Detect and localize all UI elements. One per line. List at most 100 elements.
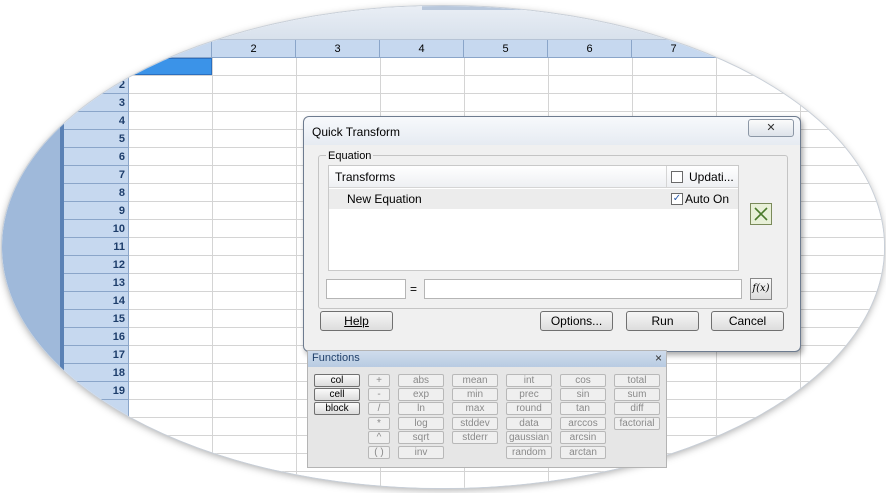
column-header[interactable]: 4 [380,40,464,58]
functions-palette: Functions × col cell block + - / * ^ ( )… [307,350,667,468]
row-header[interactable]: 8 [64,184,129,202]
fn-arctan-button[interactable]: arctan [560,446,606,459]
row-header[interactable]: 12 [64,256,129,274]
row-header[interactable]: 17 [64,346,129,364]
row-header[interactable]: 18 [64,364,129,382]
fn-block-button[interactable]: block [314,402,360,415]
fn-max-button[interactable]: max [452,402,498,415]
auto-on-checkbox[interactable]: ✓ [671,193,683,205]
dialog-title: Quick Transform [312,125,401,139]
delete-x-icon [754,207,768,221]
fn-sqrt-button[interactable]: sqrt [398,431,444,444]
fn-diff-button[interactable]: diff [614,402,660,415]
row-header[interactable]: 15 [64,310,129,328]
fn-gaussian-button[interactable]: gaussian [506,431,552,444]
left-frame-strip [2,58,64,488]
run-button[interactable]: Run [626,311,699,331]
fn-abs-button[interactable]: abs [398,374,444,387]
row-header[interactable]: 9 [64,202,129,220]
equals-sign: = [410,282,418,296]
row-header[interactable]: 16 [64,328,129,346]
fn-min-button[interactable]: min [452,388,498,401]
help-button-label: Help [344,314,369,328]
fn-parens-button[interactable]: ( ) [368,446,390,459]
fn-total-button[interactable]: total [614,374,660,387]
fn-prec-button[interactable]: prec [506,388,552,401]
fn-cell-button[interactable]: cell [314,388,360,401]
fn-int-button[interactable]: int [506,374,552,387]
fn-inv-button[interactable]: inv [398,446,444,459]
list-item[interactable]: New Equation ✓ Auto On [329,189,738,209]
fn-arccos-button[interactable]: arccos [560,417,606,430]
fn-plus-button[interactable]: + [368,374,390,387]
transforms-list[interactable]: Transforms Updati... New Equation ✓ Auto… [328,165,739,271]
close-icon: ✕ [766,122,776,134]
fn-ln-button[interactable]: ln [398,402,444,415]
row-header[interactable]: 2 [64,76,129,94]
fn-data-button[interactable]: data [506,417,552,430]
row-header[interactable]: 11 [64,238,129,256]
column-header[interactable]: 3 [296,40,380,58]
fn-random-button[interactable]: random [506,446,552,459]
function-button[interactable]: f(x) [750,278,772,300]
fn-mean-button[interactable]: mean [452,374,498,387]
selected-cell[interactable] [129,58,212,75]
row-header[interactable]: 10 [64,220,129,238]
row-header[interactable]: 4 [64,112,129,130]
row-header[interactable]: 7 [64,166,129,184]
auto-on-label: Auto On [685,192,730,206]
dialog-titlebar[interactable]: Quick Transform ✕ [304,117,800,145]
result-column-field[interactable] [326,279,406,299]
toolbar-band [2,6,884,40]
column-header-blank [2,40,212,58]
equation-group-label: Equation [326,150,374,162]
fn-exp-button[interactable]: exp [398,388,444,401]
equation-name: New Equation [347,192,422,206]
fn-sum-button[interactable]: sum [614,388,660,401]
options-button-label: Options... [550,314,603,328]
row-header[interactable]: 3 [64,94,129,112]
close-icon[interactable]: × [655,351,662,365]
close-button[interactable]: ✕ [748,119,794,137]
fn-factorial-button[interactable]: factorial [614,417,660,430]
column-header-row: 2 3 4 5 6 7 [2,40,884,58]
fn-power-button[interactable]: ^ [368,431,390,444]
row-header[interactable]: 19 [64,382,129,400]
fn-arcsin-button[interactable]: arcsin [560,431,606,444]
column-header[interactable]: 6 [548,40,632,58]
fn-tan-button[interactable]: tan [560,402,606,415]
cancel-button[interactable]: Cancel [711,311,784,331]
run-button-label: Run [651,314,674,328]
cancel-button-label: Cancel [728,314,767,328]
fn-round-button[interactable]: round [506,402,552,415]
row-header[interactable]: 6 [64,148,129,166]
fn-divide-button[interactable]: / [368,402,390,415]
help-button[interactable]: Help [320,311,393,331]
fn-col-button[interactable]: col [314,374,360,387]
quick-transform-dialog: Quick Transform ✕ Equation Transforms Up… [303,116,801,352]
transforms-column-header[interactable]: Transforms [335,170,395,184]
functions-titlebar[interactable]: Functions × [308,351,666,367]
fn-stderr-button[interactable]: stderr [452,431,498,444]
fn-sin-button[interactable]: sin [560,388,606,401]
equation-field[interactable] [424,279,742,299]
row-header[interactable]: 13 [64,274,129,292]
fn-cos-button[interactable]: cos [560,374,606,387]
fx-icon: f(x) [752,283,770,294]
row-header[interactable]: 5 [64,130,129,148]
fn-minus-button[interactable]: - [368,388,390,401]
row-header[interactable]: 14 [64,292,129,310]
options-button[interactable]: Options... [540,311,613,331]
functions-title: Functions [312,352,360,364]
delete-transform-button[interactable] [750,203,772,225]
column-header[interactable]: 2 [212,40,296,58]
column-header[interactable]: 7 [632,40,716,58]
update-all-checkbox[interactable] [671,171,683,183]
fn-multiply-button[interactable]: * [368,417,390,430]
fn-stddev-button[interactable]: stddev [452,417,498,430]
column-header[interactable]: 5 [464,40,548,58]
transforms-list-header: Transforms Updati... [329,166,738,188]
header-divider [666,166,667,188]
update-column-header[interactable]: Updati... [689,170,734,184]
fn-log-button[interactable]: log [398,417,444,430]
